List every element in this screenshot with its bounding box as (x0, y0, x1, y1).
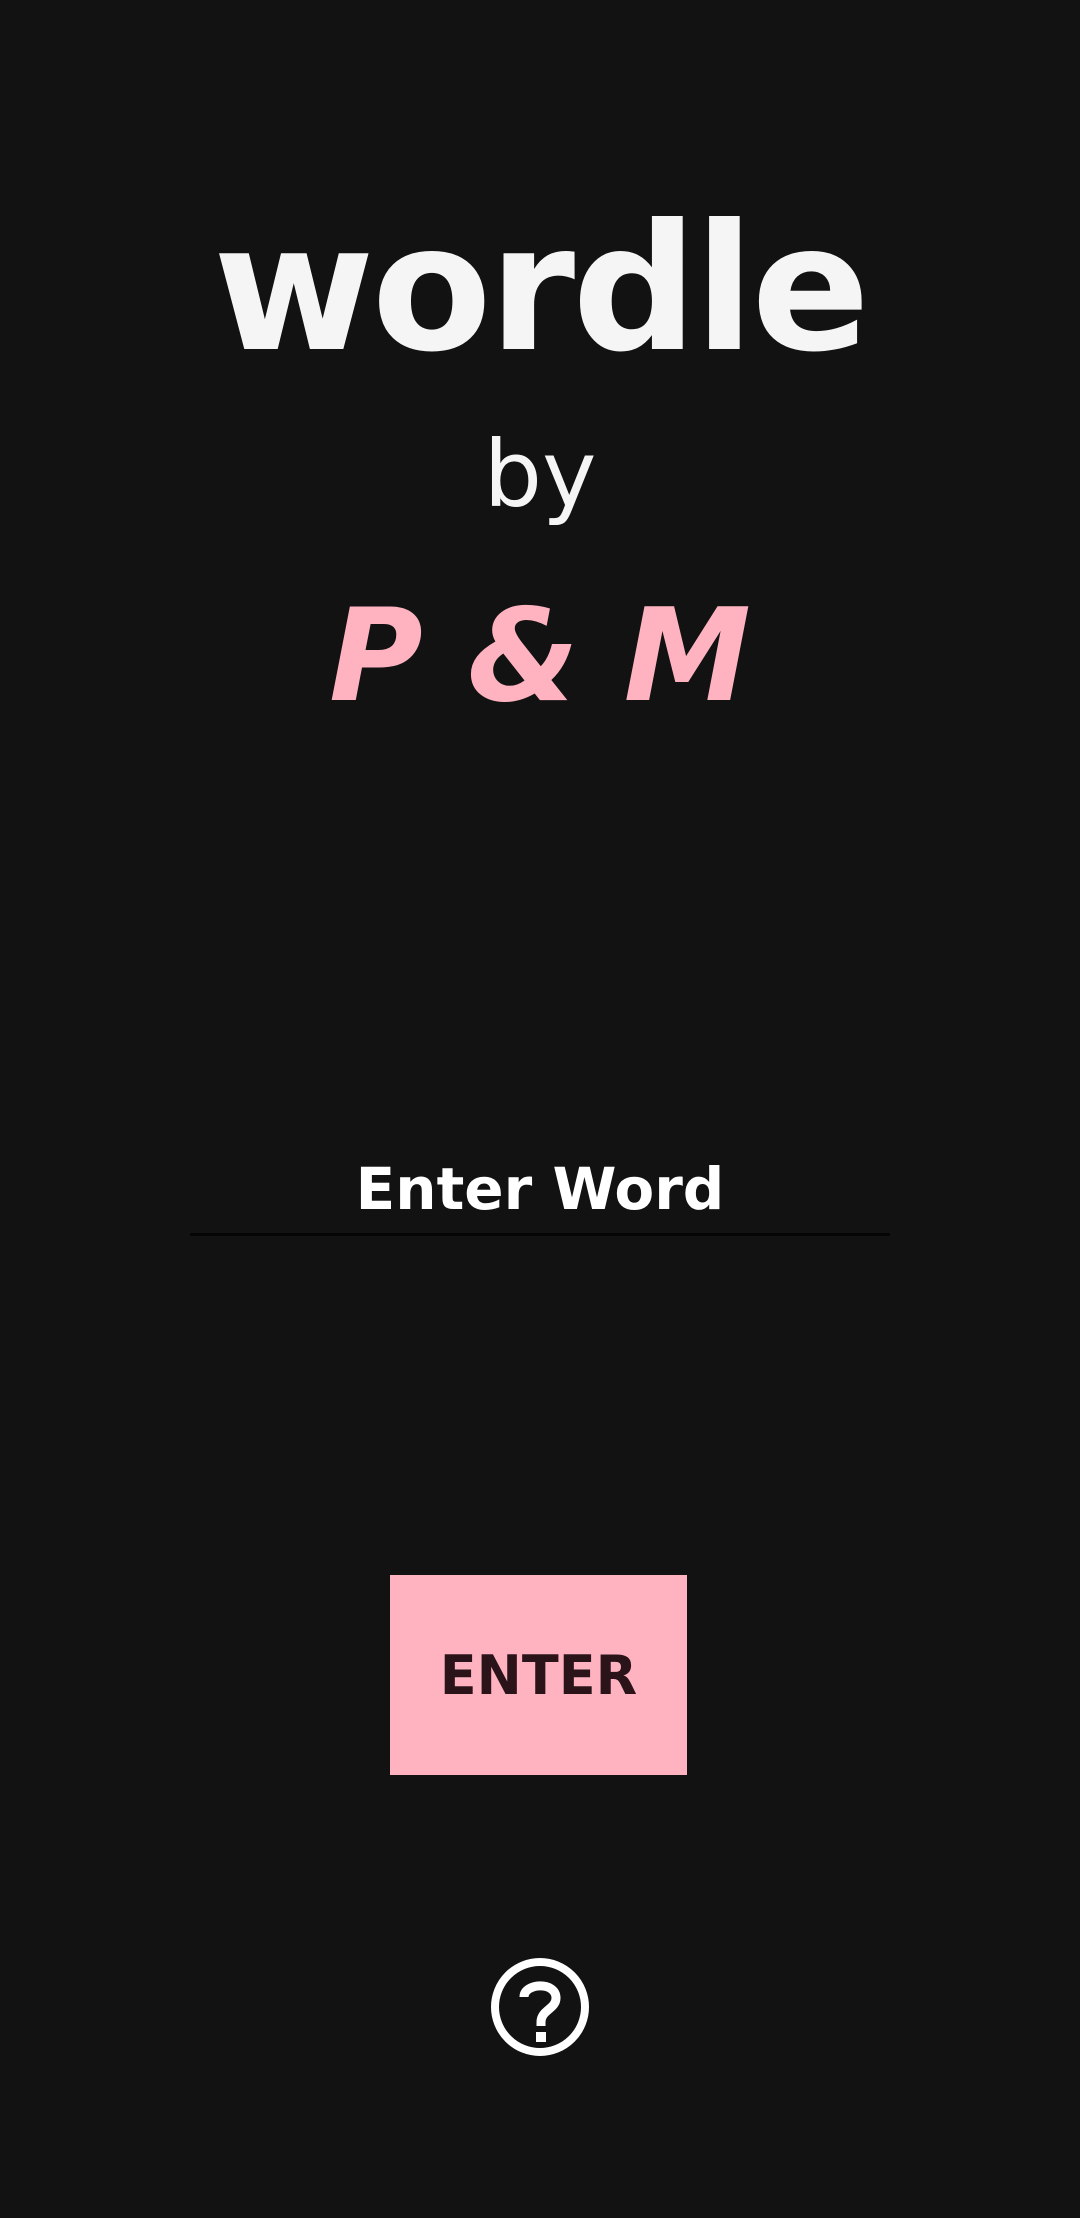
help-icon[interactable] (488, 1955, 592, 2059)
by-label: by (483, 421, 597, 528)
word-input[interactable] (190, 1145, 890, 1236)
authors-label: P & M (329, 582, 751, 731)
app-title: wordle (212, 188, 870, 391)
enter-button[interactable]: ENTER (390, 1575, 687, 1775)
